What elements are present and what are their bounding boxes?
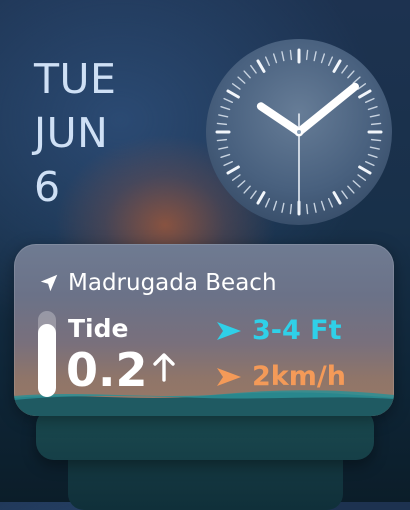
clock-minute-tick bbox=[305, 203, 309, 215]
clock-face-icon bbox=[206, 39, 392, 225]
month-label: JUN bbox=[34, 109, 109, 157]
tide-widget[interactable]: Madrugada Beach Tide 0.2 3-4 Ft 2km/h bbox=[14, 244, 394, 416]
date-display: TUE JUN 6 bbox=[34, 52, 116, 214]
swell-row: 3-4 Ft bbox=[216, 314, 342, 348]
arrow-up-icon bbox=[152, 353, 175, 382]
location-row: Madrugada Beach bbox=[38, 268, 277, 298]
clock-minute-tick bbox=[370, 122, 382, 126]
wind-value: 2km/h bbox=[252, 361, 346, 392]
weekday-label: TUE bbox=[34, 55, 117, 103]
tide-reading: 0.2 bbox=[66, 340, 176, 400]
clock-minute-tick bbox=[370, 138, 382, 142]
analog-clock[interactable] bbox=[205, 38, 393, 226]
day-label: 6 bbox=[34, 163, 61, 211]
location-label: Madrugada Beach bbox=[68, 270, 277, 296]
clock-minute-tick bbox=[216, 138, 228, 142]
swell-value: 3-4 Ft bbox=[252, 315, 342, 346]
clock-minute-tick bbox=[289, 203, 293, 215]
tide-level-bar bbox=[38, 311, 56, 397]
wind-row: 2km/h bbox=[216, 360, 346, 394]
clock-minute-tick bbox=[216, 122, 228, 126]
clock-minute-tick bbox=[289, 49, 293, 61]
navigation-arrow-icon bbox=[40, 274, 58, 292]
swell-direction-icon bbox=[217, 322, 241, 340]
tide-level-fill bbox=[38, 323, 56, 397]
tide-value: 0.2 bbox=[66, 343, 148, 397]
clock-minute-tick bbox=[305, 49, 309, 61]
wind-direction-icon bbox=[217, 368, 241, 386]
